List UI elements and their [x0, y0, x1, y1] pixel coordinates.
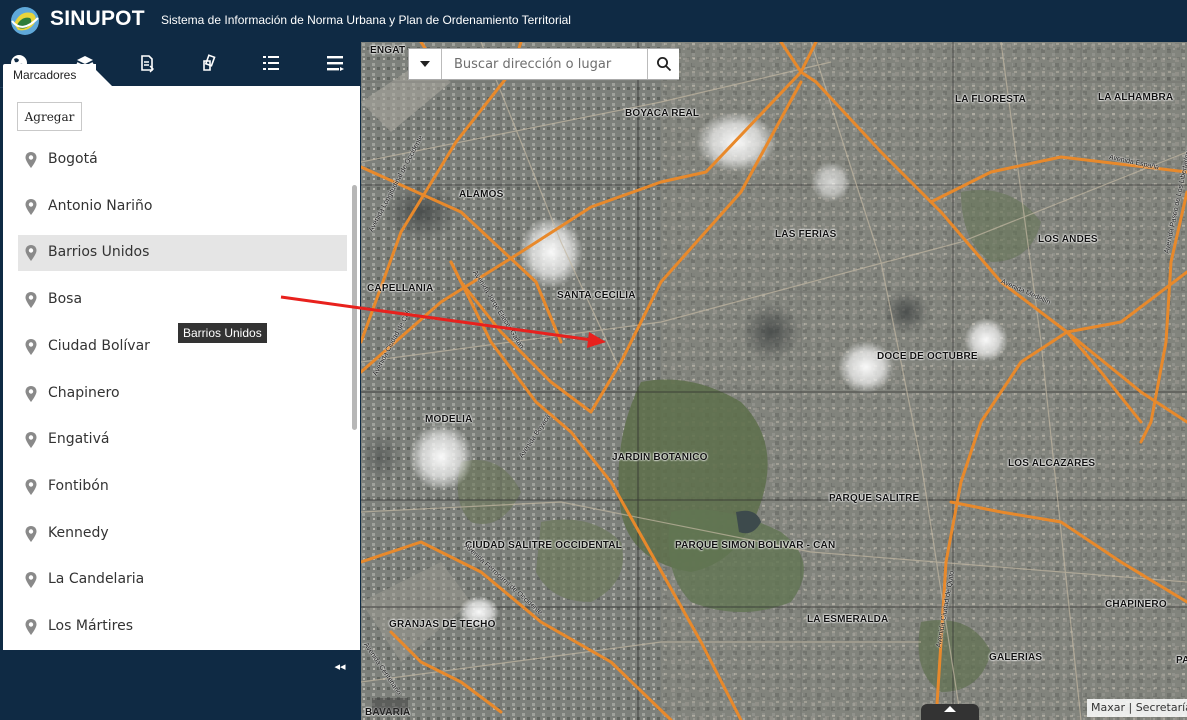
map-pin-icon: [25, 385, 37, 402]
map-pin-icon: [25, 152, 37, 168]
bookmark-label: Ciudad Bolívar: [48, 337, 150, 354]
bookmark-item[interactable]: Bogotá: [18, 142, 347, 178]
app-name: SINUPOT: [50, 7, 145, 30]
place-label: SANTA CECILIA: [557, 290, 636, 301]
search-input[interactable]: [443, 49, 647, 79]
app-header: SINUPOT Sistema de Información de Norma …: [0, 0, 1187, 42]
bookmark-label: Barrios Unidos: [48, 244, 150, 261]
map-pin-icon: [25, 245, 37, 262]
place-label: LOS ALCAZARES: [1008, 458, 1096, 469]
place-label: LA ALHAMBRA: [1098, 92, 1174, 103]
map-pin-icon: [25, 292, 37, 309]
place-label: PARQUE SIMON BOLIVAR - CAN: [675, 540, 836, 551]
map-pin-icon: [25, 572, 37, 589]
legend-list-icon[interactable]: [258, 50, 284, 76]
tab-notch: [90, 64, 112, 86]
menu-icon[interactable]: [322, 50, 348, 76]
add-bookmark-button[interactable]: Agregar: [17, 102, 82, 131]
place-label: MODELIA: [425, 414, 473, 425]
place-label: GALERIAS: [989, 652, 1043, 663]
place-label: GRANJAS DE TECHO: [389, 619, 496, 630]
bookmark-label: La Candelaria: [48, 571, 145, 588]
place-label: CHAPINERO: [1105, 599, 1167, 610]
place-label: ALAMOS: [459, 189, 504, 200]
bookmark-label: Antonio Nariño: [48, 197, 153, 214]
map-pin-icon: [25, 478, 37, 495]
map-pin-icon: [25, 432, 37, 449]
search-source-dropdown[interactable]: [409, 49, 442, 79]
expand-panel-tab[interactable]: [921, 704, 979, 720]
place-label: CIUDAD SALITRE OCCIDENTAL: [465, 540, 623, 551]
place-label: DOCE DE OCTUBRE: [877, 351, 978, 362]
bookmark-item[interactable]: Bosa: [18, 282, 347, 318]
map-mini-controls[interactable]: [372, 698, 408, 714]
bookmark-tooltip: Barrios Unidos: [178, 323, 267, 343]
bookmarks-panel: Agregar Bogotá Antonio Nariño Barrios Unid…: [3, 86, 360, 650]
app-root: SINUPOT Sistema de Información de Norma …: [0, 0, 1187, 720]
collapse-panel-button[interactable]: ◂◂: [330, 660, 350, 676]
search-button[interactable]: [647, 49, 679, 79]
search-icon: [656, 57, 671, 72]
bookmark-label: Chapinero: [48, 384, 120, 401]
search-widget: [408, 48, 679, 80]
caret-down-icon: [420, 61, 430, 67]
place-label: JARDIN BOTANICO: [612, 452, 708, 463]
tab-label: Marcadores: [13, 68, 77, 82]
place-label: LA FLORESTA: [955, 94, 1027, 105]
bookmark-item[interactable]: Chapinero: [18, 376, 347, 412]
tab-marcadores[interactable]: Marcadores: [3, 64, 97, 86]
bookmark-item[interactable]: Barrios Unidos: [18, 235, 347, 272]
bookmark-item[interactable]: Kennedy: [18, 516, 347, 552]
sinupot-logo-icon: [8, 4, 42, 38]
pages-icon[interactable]: [196, 50, 222, 76]
bookmark-label: Bogotá: [48, 151, 98, 167]
bookmark-item[interactable]: Engativá: [18, 422, 347, 458]
scrollbar-thumb[interactable]: [352, 185, 357, 430]
chevron-up-icon: [944, 706, 956, 712]
place-label: CAPELLANIA: [367, 283, 434, 294]
bookmark-label: Los Mártires: [48, 618, 134, 634]
map-pin-icon: [25, 198, 37, 215]
document-icon[interactable]: [134, 50, 160, 76]
place-label: LOS ANDES: [1038, 234, 1098, 245]
place-label: BOYACA REAL: [625, 108, 700, 119]
place-label: PARQUE SALITRE: [829, 493, 920, 504]
map-view[interactable]: ENGAT BOYACA REAL LA FLORESTA LA ALHAMBRA AL…: [361, 42, 1187, 720]
place-label: LAS FERIAS: [775, 229, 837, 240]
place-label: LA ESMERALDA: [807, 614, 889, 625]
map-pin-icon: [25, 338, 37, 355]
place-label: PA: [1176, 655, 1187, 666]
bookmark-item[interactable]: Antonio Nariño: [18, 189, 347, 225]
map-pin-icon: [25, 619, 37, 635]
bookmark-label: Fontibón: [48, 477, 109, 494]
bookmark-label: Kennedy: [48, 524, 109, 541]
bookmark-item[interactable]: Los Mártires: [18, 609, 347, 645]
bookmark-label: Bosa: [48, 291, 83, 308]
bookmark-item[interactable]: La Candelaria: [18, 562, 347, 598]
bookmark-label: Engativá: [48, 431, 110, 448]
map-attribution: Maxar | Secretaría: [1087, 699, 1187, 717]
map-pin-icon: [25, 525, 37, 542]
app-subtitle: Sistema de Información de Norma Urbana y…: [161, 13, 571, 27]
bookmark-item[interactable]: Fontibón: [18, 469, 347, 505]
place-label: ENGAT: [370, 45, 406, 56]
